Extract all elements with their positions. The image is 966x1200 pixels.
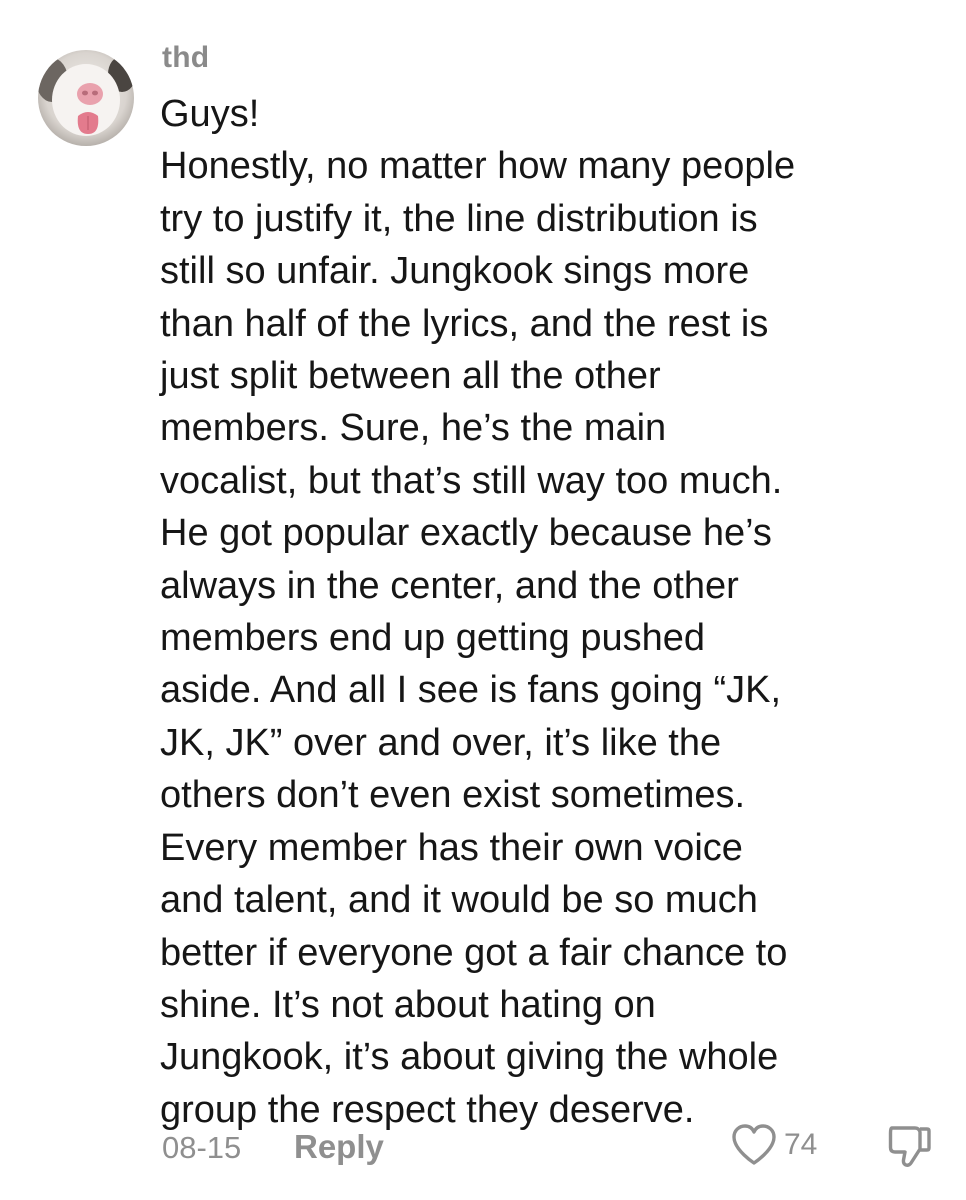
comment-line: and talent, and it would be so much <box>160 879 758 922</box>
comment-line: Jungkook, it’s about giving the whole <box>160 1036 779 1079</box>
comment-line: better if everyone got a fair chance to <box>160 931 788 974</box>
comment-line: Guys! <box>160 93 260 135</box>
heart-outline-icon <box>732 1124 776 1165</box>
comment-line: He got popular exactly because he’s <box>160 512 772 555</box>
comment-line: members. Sure, he’s the main <box>160 407 667 450</box>
dislike-button[interactable] <box>884 1122 934 1172</box>
reply-button[interactable]: Reply <box>294 1128 384 1166</box>
comment-line: vocalist, but that’s still way too much. <box>160 459 783 502</box>
comment-line: Every member has their own voice <box>160 826 743 869</box>
comment-line: Honestly, no matter how many people <box>160 145 796 188</box>
comment-line: always in the center, and the other <box>160 564 739 607</box>
comment-line: try to justify it, the line distribution… <box>160 197 758 240</box>
comment-body: Guys! Honestly, no matter how many peopl… <box>160 88 950 1136</box>
comment-username[interactable]: thd <box>162 41 209 75</box>
comment-line: than half of the lyrics, and the rest is <box>160 302 769 345</box>
thumbs-down-outline-icon <box>888 1126 931 1167</box>
comment-line: JK, JK” over and over, it’s like the <box>160 721 722 764</box>
comment-date: 08-15 <box>162 1130 242 1165</box>
comment-line: just split between all the other <box>160 355 661 398</box>
avatar[interactable] <box>38 50 134 146</box>
comment-line: others don’t even exist sometimes. <box>160 774 746 817</box>
like-button[interactable]: 74 <box>730 1120 817 1170</box>
comment-line: shine. It’s not about hating on <box>160 983 656 1026</box>
comment-line: members end up getting pushed <box>160 617 706 660</box>
comment-line: still so unfair. Jungkook sings more <box>160 250 750 293</box>
like-count: 74 <box>784 1128 818 1161</box>
comment-item: thd Guys! Honestly, no matter how many p… <box>0 0 966 1200</box>
comment-line: aside. And all I see is fans going “JK, <box>160 669 782 712</box>
avatar-image <box>38 50 134 146</box>
comment-footer: 08-15 Reply 74 <box>0 1120 966 1180</box>
